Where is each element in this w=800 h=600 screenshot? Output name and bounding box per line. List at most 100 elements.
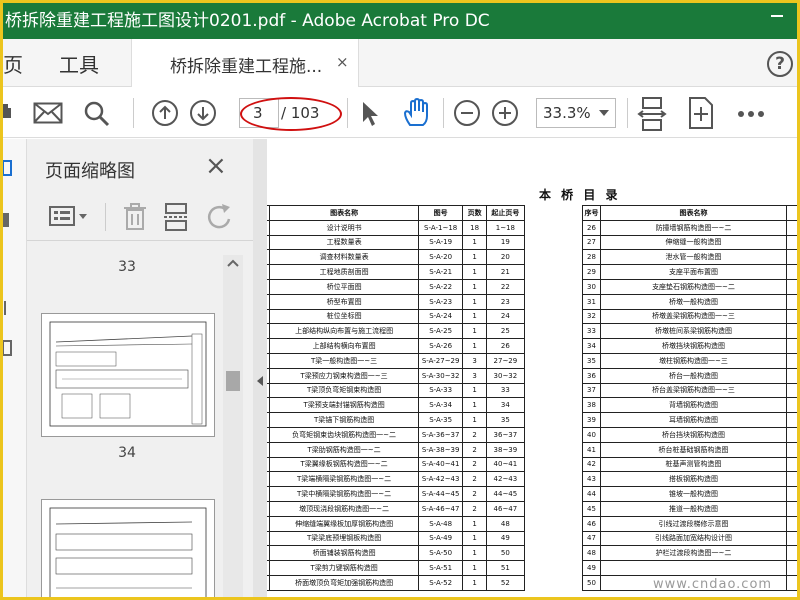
table-cell: S-A-20 bbox=[417, 249, 464, 266]
table-cell: 引线路面加宽结构设计图 bbox=[600, 530, 787, 547]
table-cell: 50 bbox=[582, 574, 601, 591]
zoom-in-icon[interactable] bbox=[491, 99, 519, 127]
page-thumbnail[interactable] bbox=[41, 499, 215, 597]
delete-icon[interactable] bbox=[123, 203, 147, 231]
panel-toolbar bbox=[27, 191, 253, 241]
column-header: 图号 bbox=[417, 205, 464, 221]
table-cell: T梁肋钢筋构造图一~二 bbox=[269, 441, 419, 458]
table-cell: 3 bbox=[462, 352, 487, 369]
menu-home[interactable]: 页 bbox=[3, 49, 23, 78]
toolbar-divider bbox=[443, 98, 444, 128]
table-row: 4工程地质剖面图S-A-21121 bbox=[267, 264, 526, 280]
table-row: 23桥面铺装钢筋构造图S-A-50150 bbox=[267, 545, 526, 562]
email-icon[interactable] bbox=[33, 102, 63, 124]
table-cell: 52 bbox=[485, 574, 526, 591]
print-icon[interactable] bbox=[3, 104, 15, 122]
table-row: 22T梁梁底预埋钢板构造图S-A-49149 bbox=[267, 530, 526, 547]
previous-page-icon[interactable] bbox=[151, 99, 179, 127]
table-cell: S-A bbox=[786, 382, 797, 399]
fit-width-icon[interactable] bbox=[637, 97, 667, 131]
table-cell: 37 bbox=[582, 382, 601, 399]
table-cell: S-A-44~45 bbox=[417, 486, 464, 502]
table-cell: S-A-27~29 bbox=[417, 352, 464, 369]
table-cell: T梁中横隔梁钢筋构造图一~二 bbox=[269, 486, 419, 502]
minimize-button[interactable] bbox=[757, 3, 797, 39]
close-icon[interactable]: × bbox=[336, 53, 349, 71]
table-cell: 42~43 bbox=[485, 471, 526, 488]
rotate-icon[interactable] bbox=[205, 203, 233, 231]
attachments-icon[interactable] bbox=[3, 299, 13, 319]
table-cell: S-A-30~32 bbox=[417, 367, 464, 384]
table-row: 2工程数量表S-A-19119 bbox=[267, 234, 526, 251]
table-row: 27伸缩缝一般构造图S-A bbox=[582, 234, 797, 251]
more-options-icon[interactable] bbox=[737, 110, 765, 118]
options-menu-icon[interactable] bbox=[49, 205, 89, 229]
table-cell: 设计说明书 bbox=[269, 219, 419, 236]
table-cell: T梁顶负弯矩钢束构造图 bbox=[269, 382, 419, 399]
table-cell: 49 bbox=[582, 560, 601, 576]
scroll-up-icon[interactable] bbox=[227, 259, 239, 267]
table-row: 15负弯矩钢束齿块钢筋构造图一~二S-A-36~37236~37 bbox=[267, 426, 526, 443]
column-header: 图号 bbox=[786, 205, 797, 221]
panel-splitter[interactable] bbox=[253, 139, 267, 597]
thumbnail-scrollbar[interactable] bbox=[223, 255, 243, 597]
page-thumbnails-icon[interactable] bbox=[3, 159, 13, 179]
table-cell: 桥台一般构造图 bbox=[600, 367, 787, 384]
rotate-page-icon[interactable] bbox=[687, 97, 715, 129]
layers-icon[interactable] bbox=[3, 339, 13, 359]
page-thumbnail[interactable] bbox=[41, 313, 215, 437]
bookmarks-icon[interactable] bbox=[3, 211, 13, 231]
select-cursor-icon[interactable] bbox=[361, 100, 381, 128]
table-cell: 防撞墙钢筋构造图一~二 bbox=[600, 219, 787, 236]
panel-title: 页面缩略图 bbox=[45, 161, 135, 182]
scrollbar-thumb[interactable] bbox=[226, 371, 240, 391]
table-cell: 26 bbox=[485, 338, 526, 354]
table-cell: 43 bbox=[582, 471, 601, 488]
collapse-panel-icon[interactable] bbox=[255, 375, 265, 387]
table-cell: S-A-51 bbox=[417, 560, 464, 576]
extract-pages-icon[interactable] bbox=[163, 203, 189, 231]
document-tab[interactable]: 桥拆除重建工程施... × bbox=[131, 39, 359, 87]
table-cell: 1 bbox=[462, 264, 487, 280]
table-cell: 1 bbox=[462, 249, 487, 266]
thumbnail-page-number: 33 bbox=[118, 259, 136, 275]
search-icon[interactable] bbox=[83, 100, 111, 128]
close-icon[interactable]: × bbox=[205, 153, 227, 179]
acrobat-window: 桥拆除重建工程施工图设计0201.pdf - Adobe Acrobat Pro… bbox=[3, 3, 797, 597]
table-cell: 32 bbox=[582, 308, 601, 325]
table-cell: 47 bbox=[582, 530, 601, 547]
table-cell: 泄水管一般构造图 bbox=[600, 249, 787, 266]
table-cell: 推道一般构造图 bbox=[600, 500, 787, 517]
table-cell: S-A-22 bbox=[417, 278, 464, 295]
table-cell: 1 bbox=[462, 338, 487, 354]
table-cell: S-A bbox=[786, 530, 797, 547]
thumbnail-page-number: 34 bbox=[118, 445, 136, 461]
table-row: 33桥墩桩间系梁钢筋构造图S-A bbox=[582, 323, 797, 340]
hand-tool-icon[interactable] bbox=[401, 98, 431, 128]
table-row: 6桥型布置图S-A-23123 bbox=[267, 293, 526, 310]
table-cell: S-A bbox=[786, 308, 797, 325]
table-cell: 34 bbox=[582, 338, 601, 354]
table-cell: 1 bbox=[462, 278, 487, 295]
next-page-icon[interactable] bbox=[189, 99, 217, 127]
table-row: 36桥台一般构造图S-A bbox=[582, 367, 797, 384]
table-cell: 18 bbox=[462, 219, 487, 236]
table-cell: 39 bbox=[582, 412, 601, 428]
chevron-down-icon[interactable] bbox=[599, 110, 609, 116]
table-cell: 46 bbox=[582, 515, 601, 532]
table-cell: 桥墩盖梁钢筋构造图一~三 bbox=[600, 308, 787, 325]
table-row: 19T梁中横隔梁钢筋构造图一~二S-A-44~45244~45 bbox=[267, 486, 526, 502]
menu-tools[interactable]: 工具 bbox=[59, 49, 99, 78]
table-cell: 搭板钢筋构造图 bbox=[600, 471, 787, 488]
help-icon[interactable]: ? bbox=[767, 51, 793, 77]
table-row: 1设计说明书S-A-1~18181~18 bbox=[267, 219, 526, 236]
table-cell: 桥型布置图 bbox=[269, 293, 419, 310]
table-cell: 工程数量表 bbox=[269, 234, 419, 251]
zoom-out-icon[interactable] bbox=[453, 99, 481, 127]
window-titlebar: 桥拆除重建工程施工图设计0201.pdf - Adobe Acrobat Pro… bbox=[3, 3, 797, 39]
table-cell: 33 bbox=[582, 323, 601, 340]
table-row: 35墩柱钢筋构造图一~三S-A bbox=[582, 352, 797, 369]
table-cell: S-A bbox=[786, 545, 797, 562]
table-cell: 1~18 bbox=[485, 219, 526, 236]
table-cell: 1 bbox=[462, 234, 487, 251]
